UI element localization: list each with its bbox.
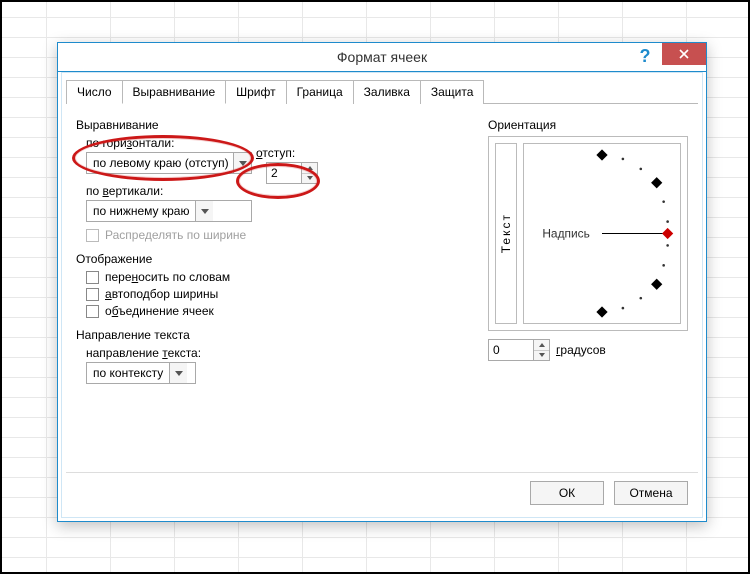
spinner-up-icon[interactable] <box>534 340 549 351</box>
degrees-input[interactable] <box>489 340 533 360</box>
justify-distributed-checkbox: Распределять по ширине <box>86 228 466 242</box>
degrees-label: градусов <box>556 343 606 357</box>
horizontal-combo-value: по левому краю (отступ) <box>87 153 233 173</box>
tab-font[interactable]: Шрифт <box>225 80 286 104</box>
tab-protection[interactable]: Защита <box>420 80 485 104</box>
checkbox-icon <box>86 229 99 242</box>
orientation-vertical-text: Текст <box>499 213 513 253</box>
text-direction-combo[interactable]: по контексту <box>86 362 196 384</box>
vertical-combo[interactable]: по нижнему краю <box>86 200 252 222</box>
tab-fill[interactable]: Заливка <box>353 80 421 104</box>
tab-content: Выравнивание по горизонтали: по левому к… <box>66 104 698 472</box>
help-button[interactable]: ? <box>628 43 662 73</box>
merge-cells-label: объединение ячеек <box>105 304 214 318</box>
merge-cells-checkbox[interactable]: объединение ячеек <box>86 304 466 318</box>
wrap-text-checkbox[interactable]: переносить по словам <box>86 270 466 284</box>
indent-spinner[interactable] <box>266 162 318 184</box>
indent-block: отступ: <box>256 146 318 184</box>
window-title: Формат ячеек <box>337 49 427 65</box>
titlebar: Формат ячеек ? <box>58 43 706 72</box>
degrees-row: градусов <box>488 339 688 361</box>
tab-border[interactable]: Граница <box>286 80 354 104</box>
display-group-label: Отображение <box>76 252 466 266</box>
orientation-dial[interactable]: Надпись <box>523 143 681 324</box>
dialog-body: Число Выравнивание Шрифт Граница Заливка… <box>61 72 703 518</box>
shrink-to-fit-label: автоподбор ширины <box>105 287 218 301</box>
shrink-to-fit-checkbox[interactable]: автоподбор ширины <box>86 287 466 301</box>
checkbox-icon <box>86 305 99 318</box>
dropdown-icon[interactable] <box>233 153 251 173</box>
degrees-spinner[interactable] <box>488 339 550 361</box>
orientation-vertical-text-button[interactable]: Текст <box>495 143 517 324</box>
justify-distributed-label: Распределять по ширине <box>105 228 246 242</box>
close-button[interactable] <box>662 43 706 65</box>
tabstrip: Число Выравнивание Шрифт Граница Заливка… <box>66 79 698 104</box>
checkbox-icon <box>86 271 99 284</box>
spinner-down-icon[interactable] <box>534 351 549 361</box>
tab-alignment[interactable]: Выравнивание <box>122 80 227 104</box>
wrap-text-label: переносить по словам <box>105 270 230 284</box>
text-direction-group-label: Направление текста <box>76 328 466 342</box>
close-icon <box>679 49 689 59</box>
spinner-up-icon[interactable] <box>302 163 317 174</box>
orientation-group-label: Ориентация <box>488 118 688 132</box>
format-cells-dialog: Формат ячеек ? Число Выравнивание Шрифт … <box>57 42 707 522</box>
checkbox-icon <box>86 288 99 301</box>
tab-number[interactable]: Число <box>66 80 123 104</box>
indent-input[interactable] <box>267 163 301 183</box>
indent-label: отступ: <box>256 146 318 160</box>
cancel-button[interactable]: Отмена <box>614 481 688 505</box>
orientation-dial-label: Надпись <box>542 226 589 240</box>
vertical-combo-value: по нижнему краю <box>87 201 195 221</box>
dialog-footer: ОК Отмена <box>66 472 698 513</box>
ok-button[interactable]: ОК <box>530 481 604 505</box>
horizontal-combo[interactable]: по левому краю (отступ) <box>86 152 252 174</box>
orientation-dial-svg: Надпись <box>524 144 680 323</box>
orientation-panel: Текст <box>488 136 688 331</box>
text-direction-label: направление текста: <box>86 346 466 360</box>
text-direction-combo-value: по контексту <box>87 363 169 383</box>
dropdown-icon[interactable] <box>195 201 213 221</box>
vertical-label: по вертикали: <box>86 184 466 198</box>
dropdown-icon[interactable] <box>169 363 187 383</box>
alignment-group-label: Выравнивание <box>76 118 466 132</box>
spinner-down-icon[interactable] <box>302 174 317 184</box>
